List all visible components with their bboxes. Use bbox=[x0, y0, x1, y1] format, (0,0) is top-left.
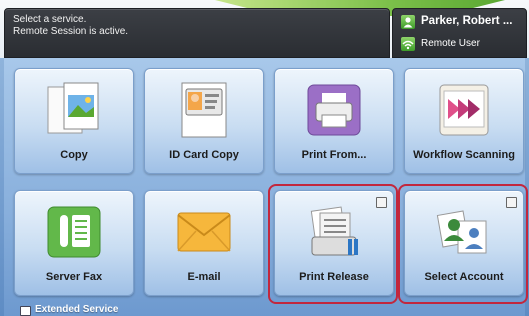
copy-tile[interactable]: Copy bbox=[14, 68, 134, 174]
select-account-highlight bbox=[398, 184, 528, 304]
user-name: Parker, Robert ... bbox=[421, 15, 513, 27]
id-card-icon bbox=[181, 82, 227, 138]
server-fax-label: Server Fax bbox=[45, 271, 103, 283]
id-card-copy-tile[interactable]: ID Card Copy bbox=[144, 68, 264, 174]
copy-icon bbox=[47, 82, 99, 134]
workflow-scan-icon bbox=[439, 84, 489, 136]
email-tile[interactable]: E-mail bbox=[144, 190, 264, 296]
status-line-2: Remote Session is active. bbox=[13, 26, 129, 37]
server-fax-tile[interactable]: Server Fax bbox=[14, 190, 134, 296]
user-panel[interactable]: Parker, Robert ... Remote User bbox=[392, 8, 527, 58]
fax-icon bbox=[47, 206, 101, 258]
email-label: E-mail bbox=[187, 271, 221, 283]
id-card-copy-label: ID Card Copy bbox=[169, 149, 239, 161]
workflow-scanning-tile[interactable]: Workflow Scanning bbox=[404, 68, 524, 174]
workflow-scanning-label: Workflow Scanning bbox=[413, 149, 515, 161]
printer-icon bbox=[307, 84, 361, 136]
status-message-panel: Select a service. Remote Session is acti… bbox=[4, 8, 390, 58]
user-icon bbox=[401, 15, 415, 29]
copy-label: Copy bbox=[60, 149, 88, 161]
print-release-highlight bbox=[268, 184, 398, 304]
print-from-label: Print From... bbox=[301, 149, 367, 161]
extended-service-icon[interactable] bbox=[20, 306, 31, 316]
status-line-1: Select a service. bbox=[13, 14, 87, 25]
remote-icon bbox=[401, 37, 415, 51]
user-role: Remote User bbox=[421, 38, 480, 49]
print-from-tile[interactable]: Print From... bbox=[274, 68, 394, 174]
envelope-icon bbox=[177, 212, 231, 252]
extended-service-label[interactable]: Extended Service bbox=[35, 304, 118, 315]
